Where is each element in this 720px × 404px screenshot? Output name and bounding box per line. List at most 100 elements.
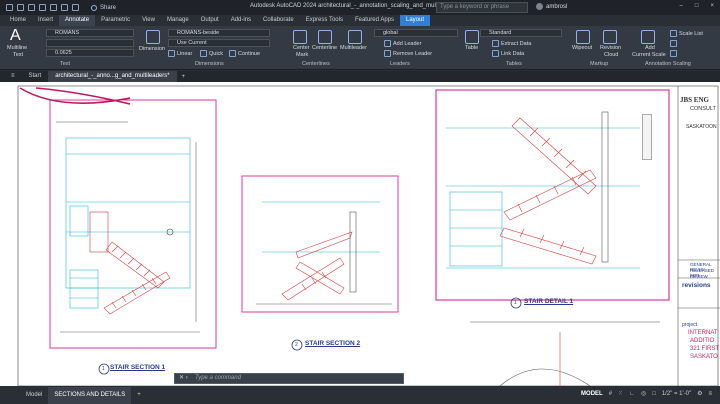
customize-icon[interactable]: ≡: [708, 391, 712, 397]
model-space-toggle[interactable]: MODEL: [581, 391, 603, 397]
new-icon[interactable]: [6, 4, 13, 11]
polar-icon[interactable]: ◎: [641, 390, 646, 397]
scale-sync-icon: [670, 40, 677, 47]
centerline-icon[interactable]: [318, 30, 332, 44]
table-icon[interactable]: [465, 30, 479, 44]
search-input[interactable]: Type a keyword or phrase: [436, 2, 528, 13]
text-find-field[interactable]: [46, 39, 134, 47]
extract-data-button[interactable]: Extract Data: [492, 40, 531, 47]
tab-featured-apps[interactable]: Featured Apps: [349, 15, 400, 26]
saveas-icon[interactable]: [39, 4, 46, 11]
quick-button[interactable]: Quick: [200, 50, 223, 57]
dimension-icon[interactable]: [146, 30, 160, 44]
text-style-dropdown[interactable]: ROMANS: [46, 29, 134, 37]
add-leader-button[interactable]: Add Leader: [384, 40, 421, 47]
share-button[interactable]: Share: [91, 4, 117, 11]
scale-list-button[interactable]: Scale List: [670, 30, 703, 37]
undo-icon[interactable]: [61, 4, 68, 11]
print-icon[interactable]: [50, 4, 57, 11]
markup-panel-label: Markup: [590, 61, 609, 67]
new-layout-button[interactable]: +: [131, 387, 147, 404]
multileader-icon[interactable]: [348, 30, 362, 44]
tab-layout[interactable]: Layout: [400, 15, 431, 26]
share-label: Share: [100, 4, 117, 11]
link-data-button[interactable]: Link Data: [492, 50, 524, 57]
tab-parametric[interactable]: Parametric: [95, 15, 136, 26]
open-icon[interactable]: [17, 4, 24, 11]
linear-button[interactable]: Linear: [168, 50, 192, 57]
add-current-scale-button[interactable]: Add: [645, 45, 655, 51]
drawing-canvas[interactable]: STAIR SECTION 1 1 STAIR SECTION 2 2 STAI…: [0, 82, 720, 386]
redo-icon[interactable]: [72, 4, 79, 11]
use-current-dropdown[interactable]: Use Current: [168, 39, 270, 47]
rev-3: REVIEW: [690, 274, 708, 279]
mleader-style-dropdown[interactable]: global: [374, 29, 458, 37]
snap-icon[interactable]: ⁙: [618, 390, 623, 397]
scale-visibility-button[interactable]: [670, 50, 677, 57]
annotation-scale[interactable]: 1/2" = 1'-0": [662, 391, 691, 397]
menu-icon[interactable]: ≡: [4, 71, 22, 82]
project-line-3: 321 FIRST: [690, 346, 720, 352]
extract-data-icon: [492, 40, 499, 47]
add-current-scale-icon[interactable]: [641, 30, 655, 44]
dimension-button[interactable]: Dimension: [139, 46, 165, 52]
center-mark-button[interactable]: Center: [293, 45, 310, 51]
table-style-dropdown[interactable]: Standard: [480, 29, 562, 37]
user-icon: [536, 3, 543, 10]
tab-sections-and-details[interactable]: SECTIONS AND DETAILS: [48, 387, 132, 404]
scale-sync-button[interactable]: [670, 40, 677, 47]
multiline-text-label2: Text: [13, 52, 24, 58]
save-icon[interactable]: [28, 4, 35, 11]
tab-addins[interactable]: Add-ins: [225, 15, 257, 26]
minimize-button[interactable]: –: [680, 3, 683, 9]
tab-view[interactable]: View: [136, 15, 161, 26]
revision-cloud-button[interactable]: Revision: [600, 45, 621, 51]
osnap-icon[interactable]: □: [652, 391, 656, 397]
multileader-button[interactable]: Multileader: [340, 45, 367, 51]
table-button[interactable]: Table: [465, 45, 478, 51]
stair-section-1: [56, 121, 200, 333]
multiline-text-icon[interactable]: A: [10, 28, 24, 44]
centerlines-panel-label: Centerlines: [302, 61, 330, 67]
navigation-bar[interactable]: [642, 114, 652, 160]
wipeout-button[interactable]: Wipeout: [572, 45, 592, 51]
tab-output[interactable]: Output: [195, 15, 225, 26]
command-line[interactable]: ✕ › Type a command: [174, 373, 404, 384]
text-height-dropdown[interactable]: 0.0625: [46, 49, 134, 57]
tab-collaborate[interactable]: Collaborate: [257, 15, 300, 26]
new-tab-button[interactable]: +: [182, 74, 186, 80]
active-document-tab[interactable]: architectural_-_anno...g_and_multileader…: [48, 71, 177, 82]
firm-name-2: CONSULT: [690, 106, 716, 112]
continue-button[interactable]: Continue: [229, 50, 260, 57]
tab-manage[interactable]: Manage: [161, 15, 195, 26]
grid-icon[interactable]: #: [609, 391, 612, 397]
start-tab[interactable]: Start: [22, 71, 49, 82]
user-account[interactable]: ambrosl: [536, 3, 567, 10]
stair-section-2: [256, 201, 392, 305]
user-name: ambrosl: [546, 3, 568, 10]
settings-icon[interactable]: ⚙: [697, 390, 702, 397]
multiline-text-button[interactable]: Multiline: [7, 45, 27, 51]
center-mark-icon[interactable]: [293, 30, 307, 44]
scale-list-icon: [670, 30, 677, 37]
maximize-button[interactable]: □: [695, 3, 699, 9]
tab-insert[interactable]: Insert: [32, 15, 59, 26]
close-button[interactable]: ×: [710, 3, 714, 9]
revision-cloud-icon[interactable]: [603, 30, 617, 44]
text-panel-label: Text: [60, 61, 71, 67]
quick-label: Quick: [209, 50, 224, 57]
ortho-icon[interactable]: ∟: [629, 391, 635, 397]
tab-home[interactable]: Home: [4, 15, 32, 26]
wipeout-icon[interactable]: [576, 30, 590, 44]
tab-express-tools[interactable]: Express Tools: [300, 15, 349, 26]
command-close-icon[interactable]: ✕ ›: [179, 374, 188, 383]
command-input[interactable]: Type a command: [195, 375, 241, 381]
tab-model[interactable]: Model: [20, 387, 48, 404]
lower-detail: [470, 321, 660, 386]
project-label: project: [682, 322, 698, 328]
dim-style-dropdown[interactable]: ROMANS-beside: [168, 29, 270, 37]
tab-annotate[interactable]: Annotate: [59, 15, 96, 26]
centerline-button[interactable]: Centerline: [312, 45, 337, 51]
remove-leader-button[interactable]: Remove Leader: [384, 50, 432, 57]
project-line-1: INTERNAT: [688, 330, 718, 336]
